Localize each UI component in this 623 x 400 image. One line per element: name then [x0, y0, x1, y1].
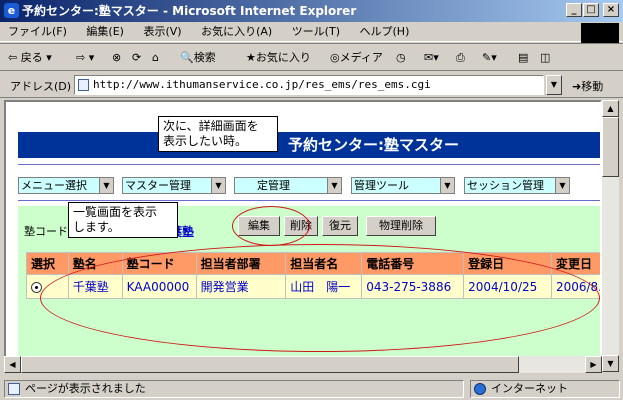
close-button[interactable]: ×: [603, 3, 619, 17]
page-loaded-icon: [8, 383, 20, 395]
vertical-scrollbar[interactable]: ▲ ▼: [602, 100, 619, 372]
maximize-button[interactable]: □: [583, 3, 599, 17]
title-bar: e 予約センター:塾マスター - Microsoft Internet Expl…: [0, 0, 623, 22]
home-icon[interactable]: ⌂: [152, 50, 159, 66]
address-dropdown-button[interactable]: ▼: [546, 75, 562, 95]
go-button[interactable]: ➜移動: [572, 78, 603, 94]
nav-select-menu[interactable]: メニュー選択 ▼: [18, 177, 114, 194]
nav-select-session-value: セッション管理: [467, 179, 544, 192]
address-url: http://www.ithumanservice.co.jp/res_ems/…: [93, 78, 431, 91]
address-label: アドレス(D): [10, 80, 72, 93]
print-icon[interactable]: ⎙: [456, 50, 465, 66]
annotation-ellipse-edit: [232, 206, 310, 246]
scroll-thumb[interactable]: [602, 117, 619, 177]
security-zone: インターネット: [470, 380, 620, 398]
edit-icon[interactable]: ✎▾: [482, 50, 497, 66]
scroll-right-icon[interactable]: ▶: [585, 356, 602, 373]
menu-file[interactable]: ファイル(F): [0, 22, 75, 42]
menu-edit[interactable]: 編集(E): [78, 22, 132, 42]
nav-select-master[interactable]: マスター管理 ▼: [122, 177, 226, 194]
divider-top: [18, 164, 600, 165]
media-button[interactable]: ◎メディア: [330, 50, 383, 66]
menu-favorites[interactable]: お気に入り(A): [193, 22, 280, 42]
menu-tools[interactable]: ツール(T): [284, 22, 348, 42]
juku-code-label: 塾コード: [24, 225, 68, 238]
status-message: ページが表示されました: [25, 382, 146, 395]
back-button[interactable]: ⇦ 戻る ▾: [8, 50, 52, 66]
window-title: 予約センター:塾マスター - Microsoft Internet Explor…: [22, 4, 357, 18]
search-label: 検索: [193, 51, 216, 64]
address-input[interactable]: http://www.ithumanservice.co.jp/res_ems/…: [74, 75, 544, 95]
dropdown-arrow-icon: ▼: [327, 178, 341, 193]
zone-label: インターネット: [491, 382, 568, 395]
dropdown-arrow-icon: ▼: [440, 178, 454, 193]
page-header: 予約センター:塾マスター: [18, 132, 600, 158]
dropdown-arrow-icon: ▼: [99, 178, 113, 193]
media-label: メディア: [339, 51, 383, 64]
callout-list: 一覧画面を表示 します。: [68, 202, 178, 238]
back-label: 戻る: [20, 51, 43, 64]
menu-bar: ファイル(F) 編集(E) 表示(V) お気に入り(A) ツール(T) ヘルプ(…: [0, 22, 623, 43]
nav-select-schedule[interactable]: 定管理 ▼: [234, 177, 342, 194]
dropdown-arrow-icon: ▼: [555, 178, 569, 193]
nav-select-schedule-value: 定管理: [257, 179, 290, 192]
favorites-label: お気に入り: [255, 51, 311, 64]
go-arrow-icon: ➜: [572, 80, 582, 93]
menu-view[interactable]: 表示(V): [135, 22, 189, 42]
dropdown-arrow-icon: ▼: [211, 178, 225, 193]
search-icon: 🔍: [180, 51, 194, 64]
discuss-icon[interactable]: ▤: [518, 50, 528, 66]
nav-select-menu-value: メニュー選択: [21, 179, 87, 192]
nav-select-session[interactable]: セッション管理 ▼: [464, 177, 570, 194]
favorites-icon: ★: [246, 51, 256, 64]
nav-select-tools-value: 管理ツール: [354, 179, 409, 192]
mail-icon[interactable]: ✉▾: [424, 50, 439, 66]
page-icon: [78, 79, 89, 91]
go-label: 移動: [581, 80, 604, 93]
physical-delete-button[interactable]: 物理削除: [366, 216, 436, 236]
favorites-button[interactable]: ★お気に入り: [246, 50, 311, 66]
back-arrow-icon: ⇦: [8, 51, 21, 64]
refresh-icon[interactable]: ⟳: [132, 50, 141, 66]
search-button[interactable]: 🔍検索: [180, 50, 216, 66]
stop-icon[interactable]: ⊗: [112, 50, 121, 66]
scroll-left-icon[interactable]: ◀: [4, 356, 21, 373]
horizontal-scrollbar[interactable]: ◀ ▶: [4, 356, 602, 373]
nav-select-master-value: マスター管理: [125, 179, 191, 192]
menu-help[interactable]: ヘルプ(H): [352, 22, 418, 42]
page-viewport: 予約センター:塾マスター メニュー選択 ▼ マスター管理 ▼ 定管理 ▼ 管理ツール ▼…: [4, 100, 602, 372]
col-header-select: 選択: [26, 252, 69, 275]
annotation-ellipse-table: [40, 244, 600, 352]
minimize-button[interactable]: _: [566, 3, 582, 17]
callout-detail: 次に、詳細画面を 表示したい時。: [158, 116, 278, 152]
globe-icon: [474, 383, 486, 395]
media-icon: ◎: [330, 51, 340, 64]
scroll-down-icon[interactable]: ▼: [602, 355, 619, 372]
messenger-icon[interactable]: ◫: [540, 50, 550, 66]
windows-logo: [581, 23, 619, 43]
forward-button[interactable]: ⇨ ▾: [76, 50, 94, 66]
scroll-up-icon[interactable]: ▲: [602, 100, 619, 117]
restore-button[interactable]: 復元: [322, 216, 358, 236]
address-bar: アドレス(D) http://www.ithumanservice.co.jp/…: [0, 72, 623, 98]
select-radio[interactable]: [31, 281, 42, 293]
divider-bottom: [18, 200, 600, 201]
status-text: ページが表示されました: [4, 380, 464, 398]
toolbar: ⇦ 戻る ▾ ⇨ ▾ ⊗ ⟳ ⌂ 🔍検索 ★お気に入り ◎メディア ◷ ✉▾ ⎙…: [0, 43, 623, 71]
nav-select-tools[interactable]: 管理ツール ▼: [351, 177, 455, 194]
status-bar: ページが表示されました インターネット: [0, 378, 623, 400]
history-icon[interactable]: ◷: [396, 50, 406, 66]
hscroll-thumb[interactable]: [21, 356, 519, 373]
ie-icon: e: [4, 3, 19, 18]
